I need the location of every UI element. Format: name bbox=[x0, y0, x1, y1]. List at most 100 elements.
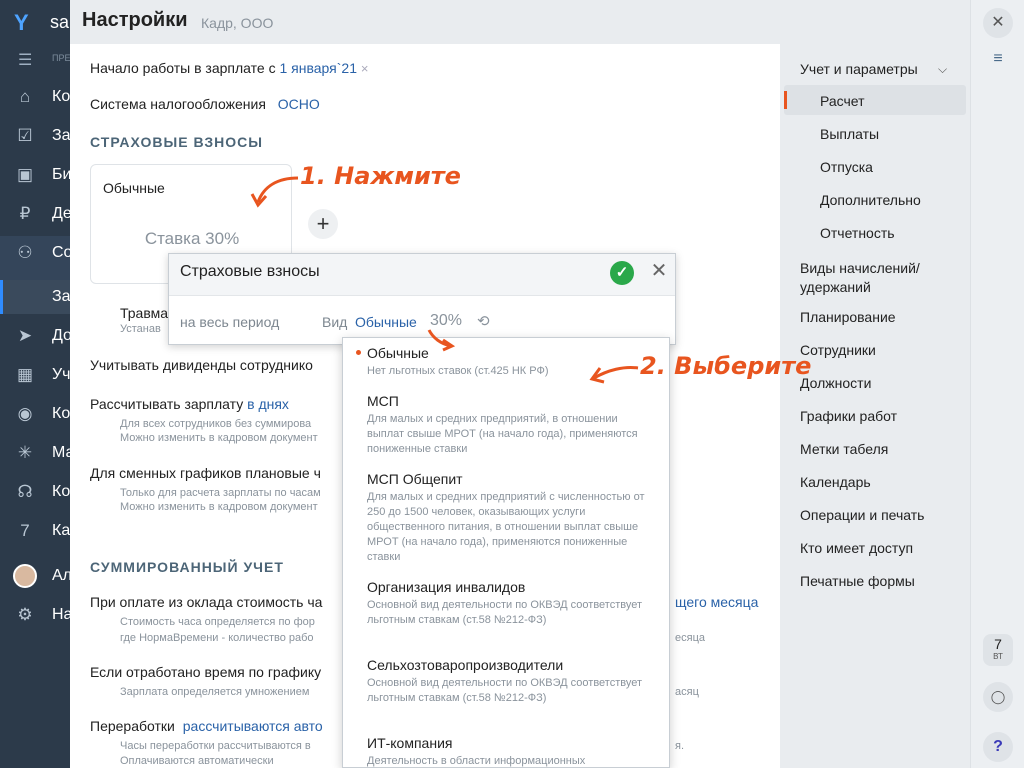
avatar bbox=[13, 564, 37, 588]
far-right-toolbar: ✕ ≡ 7 ВТ ◯ ? bbox=[970, 0, 1024, 768]
calendar-date-button[interactable]: 7 ВТ bbox=[983, 634, 1013, 666]
oklad-hint-1: Стоимость часа определяется по фор bbox=[120, 616, 315, 628]
popup-header: Страховые взносы ✓ ✕ bbox=[169, 254, 675, 296]
shift-hint-2: Можно изменить в кадровом документ bbox=[120, 501, 318, 513]
menu-icon[interactable]: ☰ bbox=[18, 50, 32, 70]
left-sidebar: Y sa ☰ ПРЕ ⌂ Ко ☑ За ▣ Би ₽ Де ⚇ Со За ➤ До ▦ У… bbox=[0, 0, 70, 768]
rightnav-group[interactable]: Учет и параметры bbox=[800, 60, 918, 79]
nav-item-user[interactable]: Ал bbox=[0, 559, 70, 593]
nav-item-salary[interactable]: За bbox=[0, 280, 70, 314]
rightnav-operations[interactable]: Операции и печать bbox=[800, 506, 924, 525]
rightnav-print-forms[interactable]: Печатные формы bbox=[800, 572, 915, 591]
history-icon[interactable]: ⟲ bbox=[477, 312, 490, 330]
rightnav-timesheet[interactable]: Метки табеля bbox=[800, 440, 888, 459]
nav-item-contacts[interactable]: ◉ Ко bbox=[0, 397, 70, 431]
oklad-hint-1-tail: есяца bbox=[675, 632, 705, 644]
burst-icon: ✳ bbox=[17, 443, 33, 462]
rightnav-access[interactable]: Кто имеет доступ bbox=[800, 539, 913, 558]
card-rate: Ставка 30% bbox=[144, 229, 240, 248]
injury-label: Травма bbox=[120, 305, 169, 321]
salary-hint-2: Можно изменить в кадровом документ bbox=[120, 432, 318, 444]
nav-item-business[interactable]: ▣ Би bbox=[0, 158, 70, 192]
rightnav-sub-reports[interactable]: Отчетность bbox=[820, 224, 895, 243]
shift-hint-1: Только для расчета зарплаты по часам bbox=[120, 487, 321, 499]
briefcase-icon: ▣ bbox=[16, 165, 34, 184]
overtime-hint-1: Часы переработки рассчитываются в bbox=[120, 740, 311, 752]
page-title: Настройки bbox=[82, 9, 188, 31]
annotation-step-2: 2. Выберите bbox=[640, 352, 812, 380]
money-icon: ₽ bbox=[19, 204, 31, 223]
send-icon: ➤ bbox=[17, 326, 33, 345]
salary-hint-1: Для всех сотрудников без суммирова bbox=[120, 418, 312, 430]
rightnav-accruals[interactable]: Виды начислений/ удержаний bbox=[800, 259, 950, 297]
nav-item-docs[interactable]: ➤ До bbox=[0, 319, 70, 353]
shift-label: Для сменных графиков плановые ч bbox=[90, 465, 321, 481]
oklad-value-link[interactable]: щего месяца bbox=[675, 594, 758, 610]
logo-icon[interactable]: Y bbox=[14, 10, 40, 36]
tax-row: Система налогообложения ОСНО bbox=[90, 96, 320, 112]
oklad-hint-2: где НормаВремени - количество рабо bbox=[120, 632, 314, 644]
overtime-hint-2: Оплачиваются автоматически bbox=[120, 755, 274, 767]
rightnav-active-indicator bbox=[784, 85, 966, 115]
calendar-icon: 7 bbox=[20, 521, 30, 540]
rightnav-schedules[interactable]: Графики работ bbox=[800, 407, 897, 426]
help-button[interactable]: ? bbox=[983, 732, 1013, 762]
rightnav-sub-payments[interactable]: Выплаты bbox=[820, 125, 879, 144]
home-icon: ⌂ bbox=[19, 87, 31, 106]
people-icon: ⚇ bbox=[17, 243, 33, 262]
nav-item-support[interactable]: ☊ Ко bbox=[0, 475, 70, 509]
card-title: Обычные bbox=[103, 180, 165, 196]
nav-item-money[interactable]: ₽ Де bbox=[0, 197, 70, 231]
tasks-icon: ☑ bbox=[17, 126, 33, 145]
worked-label: Если отработано время по графику bbox=[90, 664, 322, 680]
oklad-label: При оплате из оклада стоимость ча bbox=[90, 594, 323, 610]
close-popup-button[interactable]: ✕ bbox=[649, 259, 669, 283]
headset-icon: ☊ bbox=[17, 482, 33, 501]
rightnav-sub-extra[interactable]: Дополнительно bbox=[820, 191, 921, 210]
list-icon[interactable]: ≡ bbox=[983, 44, 1013, 74]
overtime-hint-1-tail: я. bbox=[675, 740, 685, 752]
rightnav-calendar[interactable]: Календарь bbox=[800, 473, 871, 492]
annotation-arrow-2 bbox=[589, 366, 639, 384]
chevron-down-icon[interactable]: ⌵ bbox=[938, 62, 947, 77]
company-name: Кадр, ООО bbox=[201, 15, 274, 31]
rightnav-sub-vacations[interactable]: Отпуска bbox=[820, 158, 873, 177]
salary-mode-link[interactable]: в днях bbox=[247, 396, 289, 412]
calculator-icon: ▦ bbox=[16, 365, 34, 384]
location-icon: ◉ bbox=[17, 404, 33, 423]
rightnav-sub-calc[interactable]: Расчет bbox=[820, 92, 865, 111]
worked-hint-tail: асяц bbox=[675, 686, 699, 698]
overtime-link[interactable]: рассчитываются авто bbox=[183, 718, 323, 734]
title-bar: Настройки Кадр, ООО bbox=[70, 0, 970, 44]
tax-system-link[interactable]: ОСНО bbox=[278, 96, 320, 112]
gear-icon: ⚙ bbox=[17, 605, 33, 624]
clear-date-icon[interactable]: × bbox=[361, 61, 369, 76]
nav-item-calendar[interactable]: 7 Ка bbox=[0, 514, 70, 548]
insurance-popup: Страховые взносы ✓ ✕ на весь период Вид … bbox=[168, 253, 676, 345]
vid-select[interactable]: Обычные bbox=[355, 314, 417, 330]
confirm-button[interactable]: ✓ bbox=[610, 261, 634, 285]
annotation-arrow-3 bbox=[427, 329, 456, 352]
nav-item-home[interactable]: ⌂ Ко bbox=[0, 80, 70, 114]
start-row: Начало работы в зарплате с 1 января`21 × bbox=[90, 60, 369, 76]
selected-dot bbox=[356, 350, 361, 355]
vid-dropdown: Обычные Нет льготных ставок (ст.425 НК Р… bbox=[342, 337, 670, 768]
dividends-label: Учитывать дивиденды сотруднико bbox=[90, 357, 313, 373]
period-select[interactable]: на весь период bbox=[180, 314, 279, 330]
nav-item-staff[interactable]: ⚇ Со bbox=[0, 236, 70, 280]
start-date-link[interactable]: 1 января`21 bbox=[279, 60, 357, 76]
chat-icon[interactable]: ◯ bbox=[983, 682, 1013, 712]
close-icon[interactable]: ✕ bbox=[983, 8, 1013, 38]
nav-item-settings[interactable]: ⚙ На bbox=[0, 598, 70, 632]
worked-hint: Зарплата определяется умножением bbox=[120, 686, 310, 698]
insurance-section-title: СТРАХОВЫЕ ВЗНОСЫ bbox=[90, 134, 263, 150]
salary-row: Рассчитывать зарплату в днях bbox=[90, 396, 289, 412]
add-insurance-button[interactable]: + bbox=[308, 209, 338, 239]
brand-name: sa bbox=[50, 12, 70, 32]
nav-item-accounting[interactable]: ▦ Уч bbox=[0, 358, 70, 392]
rightnav-planning[interactable]: Планирование bbox=[800, 308, 896, 327]
overtime-row: Переработки рассчитываются авто bbox=[90, 718, 323, 734]
nav-item-tasks[interactable]: ☑ За bbox=[0, 119, 70, 153]
popup-title: Страховые взносы bbox=[180, 263, 320, 280]
nav-item-marketing[interactable]: ✳ Ма bbox=[0, 436, 70, 470]
